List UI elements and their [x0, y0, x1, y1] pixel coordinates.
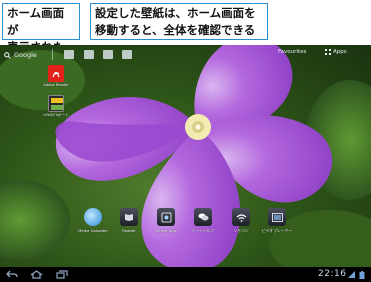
favourites-shortcut[interactable]: Favourites: [278, 49, 306, 55]
home-screen[interactable]: Google Favourites Apps Adobe Reader Life…: [0, 45, 371, 282]
top-bar-divider: [52, 49, 53, 60]
dock-social[interactable]: ソーシャルフ: [190, 208, 216, 234]
adobe-reader-app[interactable]: Adobe Reader: [43, 65, 69, 87]
callout-right-line-1: 設定した壁紙は、ホーム画面を: [95, 6, 256, 20]
dock-label-reader: Reader: [122, 228, 136, 233]
apps-label: Apps: [333, 49, 347, 55]
dock-label-video-player: ビデオプレーヤー: [261, 228, 293, 233]
life-icon: [48, 95, 64, 112]
battery-icon: [359, 271, 365, 279]
back-icon[interactable]: [6, 269, 18, 280]
home-icon[interactable]: [30, 269, 43, 280]
status-clock: 22:16: [318, 269, 347, 279]
dock-label-remote: リモコン: [233, 228, 249, 233]
callout-wallpaper-note: 設定した壁紙は、ホーム画面を 移動すると、全体を確認できる: [90, 3, 268, 40]
search-icon: [4, 51, 11, 59]
favourites-label: Favourites: [278, 49, 307, 55]
dock-label-social: ソーシャルフ: [191, 228, 215, 233]
dock-reader[interactable]: Reader: [116, 208, 142, 233]
pdf-icon: [48, 65, 64, 82]
dock-label-select-app: Select app: [155, 228, 177, 233]
top-bar: Google Favourites Apps: [0, 45, 371, 65]
life-app-label: LifeのFXポート: [43, 113, 69, 117]
apps-shortcut[interactable]: Apps: [325, 49, 347, 55]
mail-icon[interactable]: [103, 50, 113, 59]
adobe-reader-label: Adobe Reader: [43, 83, 69, 87]
recent-apps-icon[interactable]: [56, 269, 68, 280]
globe-icon: [84, 208, 102, 226]
dock-label-media-uploader: Media Uploader: [78, 228, 108, 233]
chat-icon: [194, 208, 212, 226]
life-app[interactable]: LifeのFXポート: [43, 95, 69, 118]
system-bar: 22:16: [0, 267, 371, 282]
dock-select-app[interactable]: Select app: [153, 208, 179, 233]
photo-icon: [157, 208, 175, 226]
grid-icon: [325, 49, 331, 55]
callout-right-line-2: 移動すると、全体を確認できる: [95, 23, 256, 37]
callout-home-shown: ホーム画面が 表示された: [2, 3, 80, 54]
callout-left-line-1: ホーム画面が: [7, 6, 65, 37]
voice-icon[interactable]: [64, 50, 74, 59]
apps-icon[interactable]: [84, 50, 94, 59]
dock-media-uploader[interactable]: Media Uploader: [78, 208, 108, 233]
wifi-icon: [232, 208, 250, 226]
wifi-signal-icon: [348, 271, 355, 278]
book-icon: [120, 208, 138, 226]
dock-video-player[interactable]: ビデオプレーヤー: [261, 208, 293, 234]
video-icon: [268, 208, 286, 226]
dock-remote[interactable]: リモコン: [228, 208, 254, 234]
search-label: Google: [14, 51, 37, 59]
google-search-widget[interactable]: Google: [4, 49, 37, 61]
calendar-icon[interactable]: [122, 50, 132, 59]
